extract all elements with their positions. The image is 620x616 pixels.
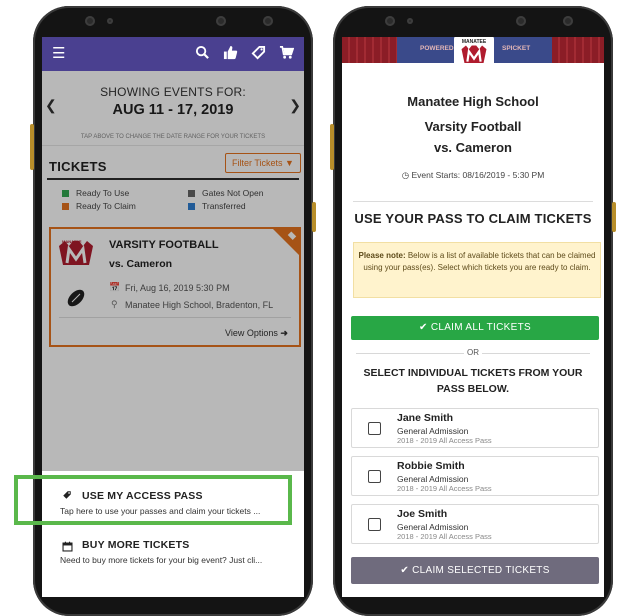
cart-icon[interactable] [279, 45, 295, 65]
buy-more-tickets-desc[interactable]: Need to buy more tickets for your big ev… [60, 555, 262, 565]
check-circle-icon: ✔ [419, 322, 428, 333]
app-header: ☰ [42, 37, 304, 71]
clock-icon: ◷ [401, 170, 410, 180]
event-name: Varsity Football [424, 119, 522, 134]
ticket-type: General Admission [397, 426, 469, 436]
ticket-holder-name: Joe Smith [397, 508, 448, 520]
check-icon: ✔ [400, 565, 410, 576]
note-bold: Please note: [358, 251, 406, 260]
phone-sensors [33, 16, 313, 36]
ticket-checkbox[interactable] [368, 518, 381, 531]
school-logo: MANATEE [454, 37, 494, 63]
school-name: Manatee High School [407, 94, 539, 109]
phone-side-button [30, 124, 34, 170]
claim-selected-label: CLAIM SELECTED TICKETS [412, 565, 550, 576]
ticket-pass: 2018 - 2019 All Access Pass [397, 436, 492, 445]
phone-side-button [312, 202, 316, 232]
highlight-box [14, 475, 292, 525]
event-starts-text: Event Starts: 08/16/2019 - 5:30 PM [411, 170, 545, 180]
ticket-checkbox[interactable] [368, 470, 381, 483]
claim-all-label: CLAIM ALL TICKETS [430, 322, 531, 333]
ticket-pass: 2018 - 2019 All Access Pass [397, 484, 492, 493]
divider [353, 201, 593, 202]
ticket-row[interactable]: Jane Smith General Admission 2018 - 2019… [351, 408, 599, 448]
ticket-type: General Admission [397, 522, 469, 532]
ticket-pass: 2018 - 2019 All Access Pass [397, 532, 492, 541]
right-screen: POWERED SPICKET MANATEE Manatee High Sch… [342, 37, 604, 597]
section-title: USE YOUR PASS TO CLAIM TICKETS [354, 211, 592, 226]
search-icon[interactable] [195, 45, 210, 65]
ticket-checkbox[interactable] [368, 422, 381, 435]
claim-selected-tickets-button[interactable]: ✔ CLAIM SELECTED TICKETS [351, 557, 599, 584]
divider [482, 353, 590, 354]
banner-text: POWERED [420, 45, 454, 52]
claim-all-tickets-button[interactable]: ✔ CLAIM ALL TICKETS [351, 316, 599, 340]
event-opponent: vs. Cameron [433, 140, 513, 155]
ticket-holder-name: Robbie Smith [397, 460, 465, 472]
phone-side-button [330, 124, 334, 170]
modal-overlay[interactable] [42, 71, 304, 471]
ticket-row[interactable]: Robbie Smith General Admission 2018 - 20… [351, 456, 599, 496]
phone-sensors [333, 16, 613, 36]
buy-more-tickets-title[interactable]: BUY MORE TICKETS [82, 539, 189, 551]
event-starts: ◷ Event Starts: 08/16/2019 - 5:30 PM [342, 170, 604, 181]
school-banner: POWERED SPICKET MANATEE [342, 37, 604, 63]
thumbs-up-icon[interactable] [223, 45, 238, 65]
phone-side-button [612, 202, 616, 232]
right-phone-frame: POWERED SPICKET MANATEE Manatee High Sch… [330, 6, 616, 616]
banner-text: SPICKET [502, 45, 531, 52]
select-individual-title: SELECT INDIVIDUAL TICKETS FROM YOUR PASS… [363, 367, 583, 395]
ticket-row[interactable]: Joe Smith General Admission 2018 - 2019 … [351, 504, 599, 544]
ticket-holder-name: Jane Smith [397, 412, 454, 424]
ticket-type: General Admission [397, 474, 469, 484]
hamburger-icon[interactable]: ☰ [52, 45, 65, 63]
note-alert: Please note: Below is a list of availabl… [353, 242, 601, 298]
tag-icon[interactable] [251, 45, 266, 65]
